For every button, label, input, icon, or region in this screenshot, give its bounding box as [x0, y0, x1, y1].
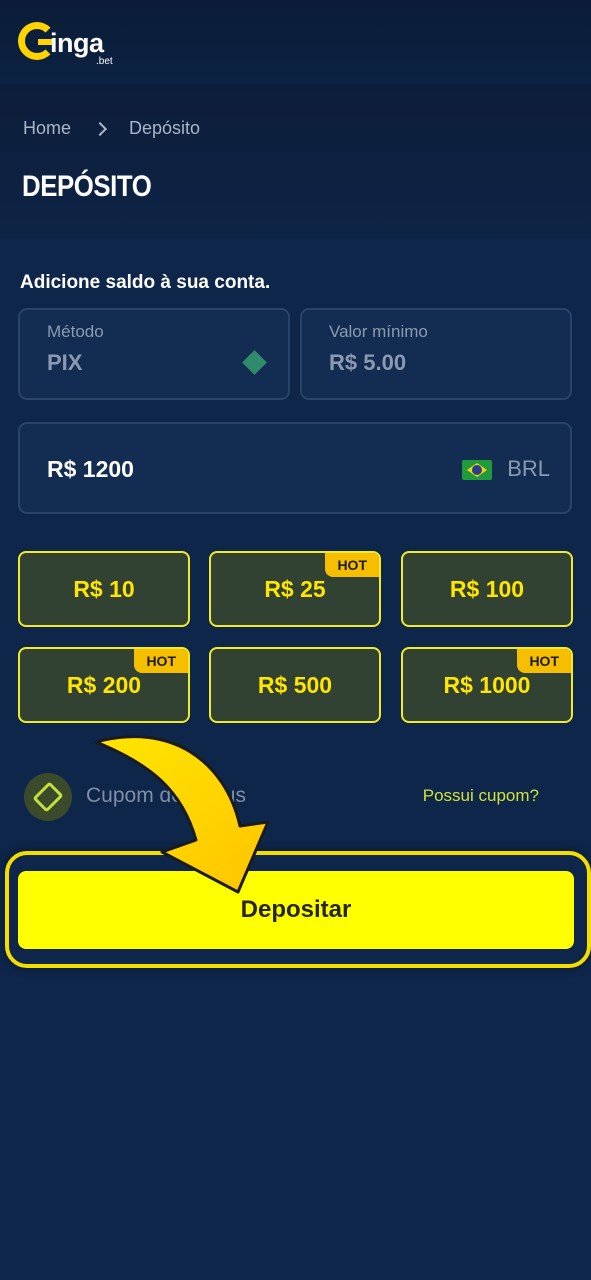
minimum-value-field: Valor mínimo R$ 5.00 [300, 308, 572, 400]
hot-badge: HOT [517, 649, 571, 673]
coupon-label: Cupom de bônus [86, 784, 246, 807]
page-title: DEPÓSITO [22, 170, 152, 203]
brazil-flag-icon [462, 460, 492, 480]
section-subtitle: Adicione saldo à sua conta. [20, 272, 271, 293]
top-bar: inga .bet [0, 0, 591, 84]
pix-icon [242, 350, 267, 375]
breadcrumb-home[interactable]: Home [23, 118, 71, 139]
preset-label: R$ 10 [73, 575, 135, 602]
preset-amount-button[interactable]: R$ 200 HOT [18, 647, 190, 723]
method-field[interactable]: Método PIX [18, 308, 290, 400]
hot-badge: HOT [325, 553, 379, 577]
method-value: PIX [47, 350, 83, 375]
preset-label: R$ 200 [66, 671, 142, 698]
method-label: Método [47, 322, 104, 341]
amount-input[interactable]: R$ 1200 BRL [18, 422, 572, 514]
ticket-icon [24, 773, 72, 821]
breadcrumb: Home Depósito [23, 118, 200, 139]
hot-badge: HOT [134, 649, 188, 673]
preset-label: R$ 500 [257, 671, 333, 698]
deposit-button[interactable]: Depositar [18, 871, 574, 949]
logo-sub: .bet [96, 56, 113, 67]
minimum-label: Valor mínimo [329, 322, 428, 341]
preset-amount-button[interactable]: R$ 10 [18, 551, 190, 627]
currency-code: BRL [507, 456, 550, 481]
logo-word: inga [50, 28, 104, 58]
ginga-logo[interactable]: inga .bet [18, 22, 128, 67]
preset-amount-button[interactable]: R$ 25 HOT [209, 551, 381, 627]
preset-amount-button[interactable]: R$ 500 [209, 647, 381, 723]
header-band [0, 84, 591, 238]
preset-label: R$ 25 [264, 575, 326, 602]
preset-label: R$ 100 [449, 575, 525, 602]
have-coupon-link[interactable]: Possui cupom? [423, 786, 539, 806]
preset-amount-button[interactable]: R$ 100 [401, 551, 573, 627]
amount-value[interactable]: R$ 1200 [47, 456, 134, 483]
deposit-page: inga .bet Home Depósito DEPÓSITO Adicion… [0, 0, 591, 1280]
breadcrumb-current: Depósito [129, 118, 201, 138]
preset-label: R$ 1000 [443, 671, 531, 698]
chevron-right-icon [92, 121, 108, 136]
preset-amount-button[interactable]: R$ 1000 HOT [401, 647, 573, 723]
minimum-value: R$ 5.00 [329, 350, 407, 375]
